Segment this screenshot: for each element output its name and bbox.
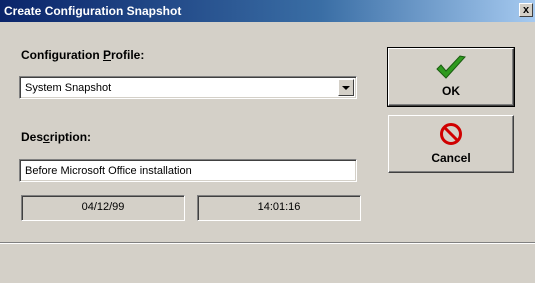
date-value: 04/12/99	[81, 201, 125, 213]
create-snapshot-dialog: Create Configuration Snapshot x Configur…	[0, 0, 535, 283]
profile-label-text: Configuration	[21, 48, 103, 62]
profile-label-text-end: rofile:	[111, 48, 145, 62]
profile-label-accelerator: P	[102, 48, 111, 62]
close-icon: x	[522, 4, 530, 16]
title-bar[interactable]: Create Configuration Snapshot x	[0, 0, 535, 22]
description-label: Description:	[21, 130, 91, 144]
description-label-text-end: ription:	[49, 130, 92, 144]
cancel-button-label: Cancel	[431, 151, 471, 165]
description-input[interactable]: Before Microsoft Office installation	[19, 159, 357, 182]
checkmark-icon	[436, 55, 466, 79]
ok-button-label: OK	[442, 84, 460, 98]
close-button[interactable]: x	[519, 3, 533, 17]
profile-label: Configuration Profile:	[21, 48, 144, 62]
no-symbol-icon	[440, 123, 462, 145]
time-field: 14:01:16	[197, 195, 361, 221]
date-field: 04/12/99	[21, 195, 185, 221]
profile-dropdown[interactable]: System Snapshot	[19, 76, 357, 99]
profile-selected-value: System Snapshot	[25, 82, 112, 94]
cancel-button[interactable]: Cancel	[388, 115, 514, 173]
description-label-text: Des	[21, 130, 44, 144]
status-bar	[0, 244, 535, 283]
window-title: Create Configuration Snapshot	[4, 4, 182, 18]
description-value: Before Microsoft Office installation	[25, 165, 192, 177]
ok-button[interactable]: OK	[387, 47, 515, 107]
time-value: 14:01:16	[257, 201, 301, 213]
chevron-down-icon[interactable]	[338, 79, 354, 96]
description-label-accelerator: c	[43, 130, 50, 144]
